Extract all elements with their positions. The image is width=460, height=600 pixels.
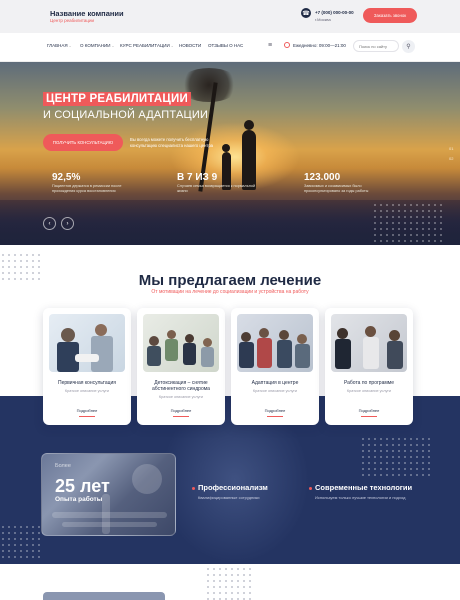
pager-item[interactable]: 01 (449, 144, 453, 154)
nav-item-course[interactable]: КУРС РЕАБИЛИТАЦИИ⌄ (120, 43, 174, 48)
feature-title: Современные технологии (315, 483, 413, 492)
service-desc: Краткое описание услуги (158, 395, 204, 399)
arrow-left-icon[interactable]: ‹ (43, 217, 56, 230)
company-name[interactable]: Название компании (50, 9, 124, 18)
stat-label: Пациентов держатся в ремиссии после прох… (52, 184, 122, 193)
consultation-button[interactable]: ПОЛУЧИТЬ КОНСУЛЬТАЦИЮ (43, 134, 123, 151)
service-image (143, 314, 219, 372)
section-title: Мы предлагаем лечение (138, 272, 322, 289)
dot-pattern (205, 566, 255, 600)
dot-pattern (0, 524, 40, 559)
service-title: Работа по программе (343, 380, 395, 386)
nav-item-reviews[interactable]: ОТЗЫВЫ О НАС (208, 43, 243, 48)
phone-icon: ☎ (301, 8, 311, 18)
nav-item-news[interactable]: НОВОСТИ (179, 43, 201, 48)
bullet-icon (192, 487, 195, 490)
phone-number[interactable]: +7 (000) 000-00-00 (315, 10, 354, 15)
section-subtitle: От мотивации на лечение до социализации … (151, 289, 309, 295)
clock-icon (284, 42, 290, 48)
stat-value: 92,5% (52, 172, 81, 183)
experience-card: Более 25 лет Опыта работы (41, 453, 176, 536)
service-title: Детоксикация – снятие абстинентного синд… (152, 380, 210, 392)
city-label: г.Москва (315, 17, 331, 22)
chevron-down-icon: ⌄ (68, 44, 72, 48)
link-underline (361, 416, 377, 417)
feature-title: Профессионализм (198, 483, 268, 492)
service-desc: Краткое описание услуги (252, 389, 298, 393)
arrow-right-icon[interactable]: › (61, 217, 74, 230)
service-card[interactable]: Детоксикация – снятие абстинентного синд… (137, 308, 225, 425)
search-icon[interactable]: ⚲ (402, 40, 415, 53)
next-section-image (43, 592, 165, 600)
link-underline (173, 416, 189, 417)
service-card[interactable]: Работа по программе Краткое описание усл… (325, 308, 413, 425)
hero-title: ЦЕНТР РЕАБИЛИТАЦИИ (43, 92, 191, 106)
hero-description: Вы всегда можете получить бесплатную кон… (130, 137, 213, 148)
stat-label: Зависимых и созависимых было проконсульт… (304, 184, 369, 193)
hero-subtitle: И СОЦИАЛЬНОЙ АДАПТАЦИИ (43, 109, 209, 121)
service-title: Адаптация в центре (251, 380, 299, 386)
experience-label: Опыта работы (55, 496, 103, 503)
stat-value: В 7 ИЗ 9 (177, 172, 218, 183)
service-desc: Краткое описание услуги (346, 389, 392, 393)
slider-pager[interactable]: 01 02 (449, 144, 453, 164)
stat-value: 123.000 (304, 172, 341, 183)
stat-label: Случаев семья возвращается к нормальной … (177, 184, 256, 193)
dot-pattern (372, 202, 442, 242)
menu-icon[interactable]: ≡ (268, 42, 272, 49)
child-silhouette (222, 144, 230, 152)
chevron-down-icon: ⌄ (170, 44, 174, 48)
search-input[interactable] (353, 40, 399, 52)
bullet-icon (309, 487, 312, 490)
service-more-link[interactable]: Подробнее (137, 408, 225, 413)
service-more-link[interactable]: Подробнее (325, 408, 413, 413)
call-request-button[interactable]: Заказать звонок (363, 8, 417, 23)
working-hours: Ежедневно: 09:00—21:00 (293, 43, 346, 48)
service-desc: Краткое описание услуги (64, 389, 110, 393)
person-silhouette (244, 120, 254, 130)
nav-item-about[interactable]: О КОМПАНИИ⌄ (80, 43, 114, 48)
company-tagline: Центр реабилитации (50, 18, 94, 23)
service-more-link[interactable]: Подробнее (231, 408, 319, 413)
service-more-link[interactable]: Подробнее (43, 408, 131, 413)
pager-item[interactable]: 02 (449, 154, 453, 164)
person-silhouette (242, 130, 256, 190)
nav-item-home[interactable]: ГЛАВНАЯ⌄ (47, 43, 72, 48)
dot-pattern (360, 436, 430, 476)
link-underline (267, 416, 283, 417)
feature-desc: Квалифицированные сотрудники (198, 495, 260, 500)
service-image (237, 314, 313, 372)
service-image (49, 314, 125, 372)
service-card[interactable]: Первичная консультация Краткое описание … (43, 308, 131, 425)
service-title: Первичная консультация (57, 380, 117, 386)
experience-years: 25 лет (55, 476, 110, 496)
service-image (331, 314, 407, 372)
chevron-down-icon: ⌄ (111, 44, 115, 48)
link-underline (79, 416, 95, 417)
experience-prefix: Более (55, 463, 71, 469)
service-card[interactable]: Адаптация в центре Краткое описание услу… (231, 308, 319, 425)
feature-desc: Используем только лучшие технологии и по… (315, 495, 406, 500)
